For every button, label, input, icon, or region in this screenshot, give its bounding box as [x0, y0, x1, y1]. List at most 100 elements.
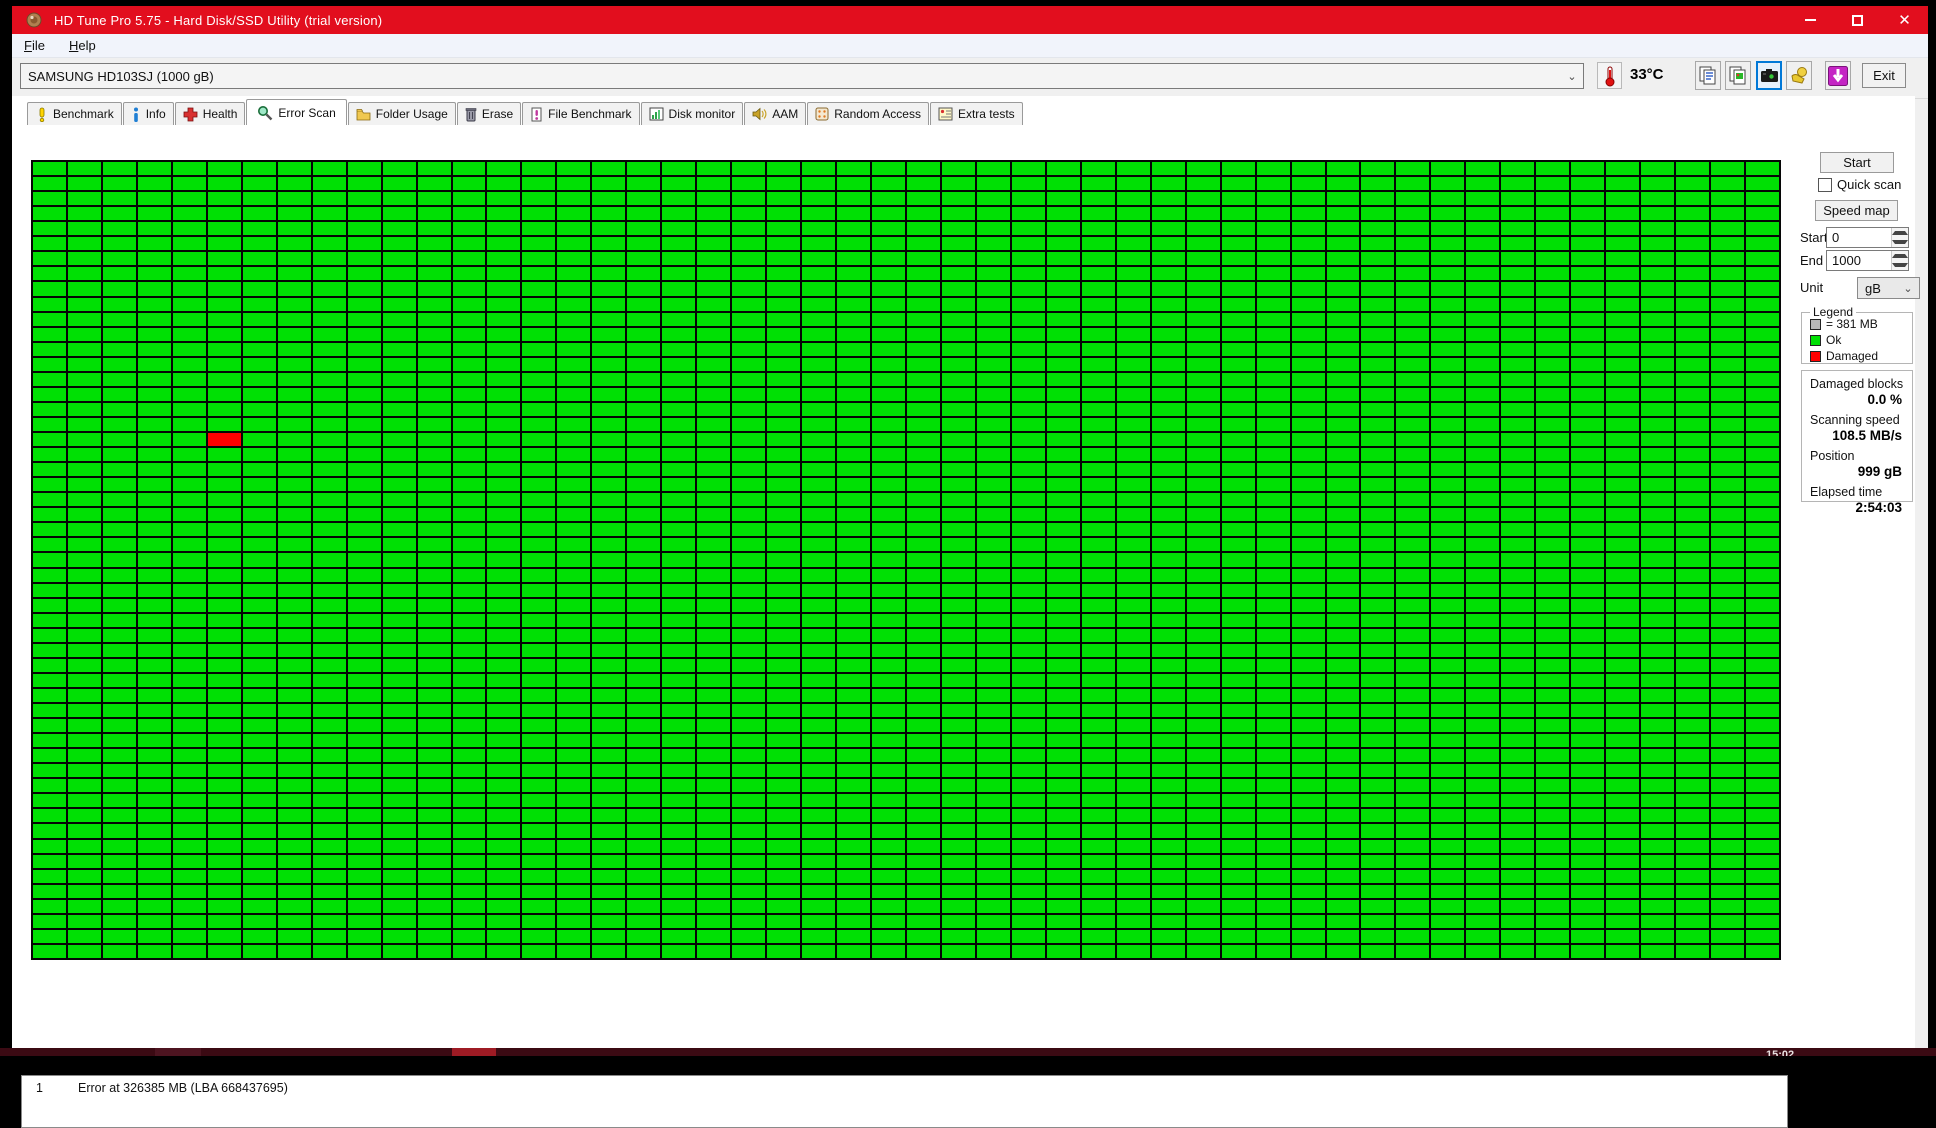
ok-block — [347, 402, 381, 416]
ok-block — [1116, 478, 1150, 492]
tab-aam[interactable]: AAM — [744, 102, 807, 125]
ok-block — [732, 643, 766, 657]
ok-block — [767, 598, 801, 612]
ok-block — [347, 583, 381, 597]
spin-down-icon[interactable] — [1892, 237, 1908, 247]
tab-disk-monitor[interactable]: Disk monitor — [640, 102, 744, 125]
ok-block — [417, 357, 451, 371]
ok-block — [697, 929, 731, 943]
ok-block — [697, 327, 731, 341]
ok-block — [1361, 402, 1395, 416]
close-button[interactable]: ✕ — [1881, 6, 1928, 34]
ok-block — [1291, 598, 1325, 612]
speed-map-button[interactable]: Speed map — [1815, 200, 1898, 221]
ok-block — [662, 839, 696, 853]
maximize-button[interactable] — [1834, 6, 1881, 34]
end-field[interactable]: 1000 — [1826, 250, 1909, 271]
ok-block — [662, 372, 696, 386]
error-list[interactable]: 1 Error at 326385 MB (LBA 668437695) — [21, 1075, 1788, 1128]
ok-block — [1536, 658, 1570, 672]
tab-folder-usage[interactable]: Folder Usage — [347, 102, 456, 125]
end-field-spinner[interactable] — [1891, 251, 1908, 270]
spin-down-icon[interactable] — [1892, 260, 1908, 270]
ok-block — [662, 809, 696, 823]
ok-block — [906, 508, 940, 522]
ok-block — [592, 824, 626, 838]
ok-block — [1571, 312, 1605, 326]
minimize-button[interactable] — [1787, 6, 1834, 34]
ok-block — [732, 402, 766, 416]
ok-block — [102, 417, 136, 432]
menu-help[interactable]: Help — [57, 35, 108, 56]
ok-block — [522, 628, 556, 642]
ok-block — [452, 764, 486, 778]
ok-block — [557, 433, 591, 447]
quick-scan-checkbox[interactable] — [1818, 177, 1832, 192]
tab-file-benchmark[interactable]: File Benchmark — [522, 102, 640, 125]
ok-block — [277, 433, 311, 447]
start-field[interactable]: 0 — [1826, 227, 1909, 248]
ok-block — [1186, 192, 1220, 206]
ok-block — [837, 704, 871, 718]
taskbar-app-segment[interactable] — [155, 1048, 201, 1056]
ok-block — [662, 613, 696, 627]
tab-error-scan[interactable]: Error Scan — [246, 99, 347, 125]
ok-block — [1676, 523, 1710, 537]
tab-benchmark[interactable]: Benchmark — [27, 102, 122, 125]
purchase-button[interactable] — [1786, 61, 1812, 90]
temperature-button[interactable] — [1597, 62, 1622, 89]
ok-block — [767, 463, 801, 477]
start-scan-button[interactable]: Start — [1820, 152, 1894, 173]
ok-block — [312, 553, 346, 567]
update-button[interactable] — [1825, 61, 1851, 90]
ok-block — [1326, 433, 1360, 447]
ok-block — [1606, 598, 1640, 612]
unit-select[interactable]: gB ⌄ — [1857, 277, 1920, 299]
tab-health[interactable]: Health — [174, 102, 246, 125]
ok-block — [1396, 719, 1430, 733]
ok-block — [1746, 854, 1779, 868]
ok-block — [1396, 899, 1430, 913]
menu-file[interactable]: File — [12, 35, 57, 56]
ok-block — [1361, 312, 1395, 326]
ok-block — [592, 463, 626, 477]
tab-random-access[interactable]: Random Access — [807, 102, 929, 125]
ok-block — [33, 433, 66, 447]
drive-selector[interactable]: SAMSUNG HD103SJ (1000 gB) ⌄ — [20, 63, 1584, 89]
ok-block — [347, 478, 381, 492]
ok-block — [207, 628, 241, 642]
tab-erase[interactable]: Erase — [456, 102, 522, 125]
ok-block — [662, 282, 696, 296]
ok-block — [837, 839, 871, 853]
ok-block — [1221, 914, 1255, 928]
ok-block — [102, 523, 136, 537]
ok-block — [1396, 794, 1430, 808]
start-field-spinner[interactable] — [1891, 228, 1908, 247]
taskbar-active-app-segment[interactable] — [452, 1048, 496, 1056]
copy-text-button[interactable] — [1695, 61, 1721, 90]
copy-text-icon — [1699, 66, 1716, 84]
ok-block — [242, 673, 276, 687]
ok-block — [207, 252, 241, 266]
ok-block — [1641, 734, 1675, 748]
ok-block — [1746, 538, 1779, 552]
ok-block — [452, 538, 486, 552]
exit-button[interactable]: Exit — [1862, 63, 1906, 88]
ok-block — [1291, 327, 1325, 341]
ok-block — [1676, 448, 1710, 462]
screenshot-button[interactable] — [1756, 61, 1782, 90]
tab-extra-tests[interactable]: Extra tests — [929, 102, 1023, 125]
ok-block — [837, 402, 871, 416]
ok-block — [557, 794, 591, 808]
ok-block — [1746, 372, 1779, 386]
ok-block — [1536, 899, 1570, 913]
ok-block — [1326, 854, 1360, 868]
copy-image-button[interactable] — [1725, 61, 1751, 90]
tab-info[interactable]: Info — [122, 102, 174, 125]
ok-block — [592, 267, 626, 281]
ok-block — [382, 583, 416, 597]
spin-up-icon[interactable] — [1892, 228, 1908, 238]
ok-block — [1676, 854, 1710, 868]
ok-block — [1571, 749, 1605, 763]
spin-up-icon[interactable] — [1892, 251, 1908, 261]
